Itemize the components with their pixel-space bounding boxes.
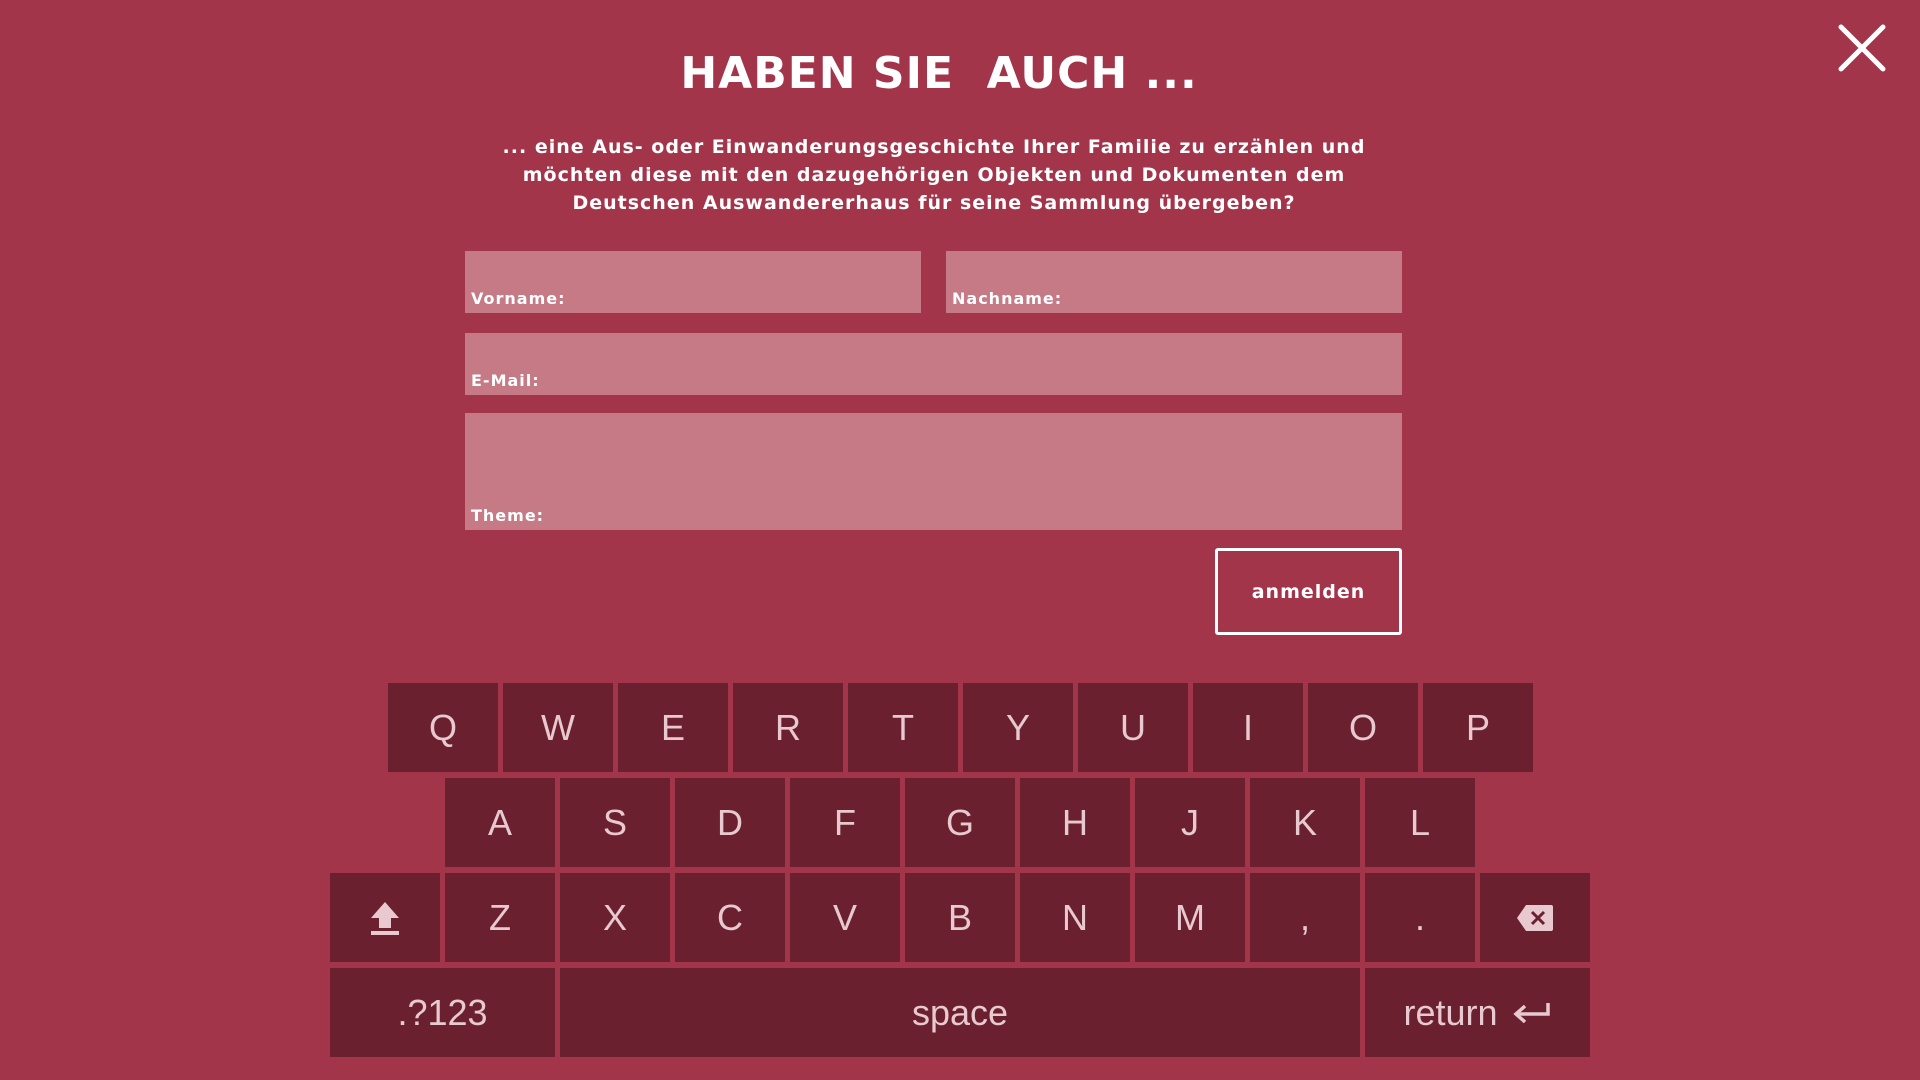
- space-key[interactable]: space: [560, 968, 1360, 1057]
- backspace-icon: [1517, 904, 1553, 931]
- backspace-key[interactable]: [1480, 873, 1590, 962]
- key-m[interactable]: M: [1135, 873, 1245, 962]
- key-f[interactable]: F: [790, 778, 900, 867]
- intro-line: Deutschen Auswandererhaus für seine Samm…: [572, 192, 1296, 214]
- key-comma[interactable]: ,: [1250, 873, 1360, 962]
- key-r[interactable]: R: [733, 683, 843, 772]
- key-u[interactable]: U: [1078, 683, 1188, 772]
- key-l[interactable]: L: [1365, 778, 1475, 867]
- intro-line: möchten diese mit den dazugehörigen Obje…: [522, 164, 1346, 186]
- key-v[interactable]: V: [790, 873, 900, 962]
- key-x[interactable]: X: [560, 873, 670, 962]
- key-j[interactable]: J: [1135, 778, 1245, 867]
- topic-label: Theme:: [471, 506, 545, 525]
- shift-arrow-icon: [371, 901, 399, 935]
- key-p[interactable]: P: [1423, 683, 1533, 772]
- return-arrow-icon: [1512, 1002, 1550, 1023]
- key-o[interactable]: O: [1308, 683, 1418, 772]
- key-s[interactable]: S: [560, 778, 670, 867]
- key-y[interactable]: Y: [963, 683, 1073, 772]
- key-b[interactable]: B: [905, 873, 1015, 962]
- key-h[interactable]: H: [1020, 778, 1130, 867]
- last-name-field[interactable]: Nachname:: [946, 251, 1402, 313]
- key-w[interactable]: W: [503, 683, 613, 772]
- email-field[interactable]: E-Mail:: [465, 333, 1402, 395]
- last-name-label: Nachname:: [952, 289, 1063, 308]
- intro-text: ... eine Aus- oder Einwanderungsgeschich…: [460, 133, 1408, 217]
- shift-key[interactable]: [330, 873, 440, 962]
- key-z[interactable]: Z: [445, 873, 555, 962]
- key-g[interactable]: G: [905, 778, 1015, 867]
- return-label: return: [1403, 991, 1498, 1033]
- key-n[interactable]: N: [1020, 873, 1130, 962]
- key-a[interactable]: A: [445, 778, 555, 867]
- symbols-key[interactable]: .?123: [330, 968, 555, 1057]
- submit-button[interactable]: anmelden: [1215, 548, 1402, 635]
- key-t[interactable]: T: [848, 683, 958, 772]
- key-d[interactable]: D: [675, 778, 785, 867]
- first-name-field[interactable]: Vorname:: [465, 251, 921, 313]
- key-e[interactable]: E: [618, 683, 728, 772]
- key-k[interactable]: K: [1250, 778, 1360, 867]
- key-c[interactable]: C: [675, 873, 785, 962]
- topic-field[interactable]: Theme:: [465, 413, 1402, 530]
- registration-screen: HABEN SIE AUCH ... ... eine Aus- oder Ei…: [0, 0, 1920, 1080]
- key-i[interactable]: I: [1193, 683, 1303, 772]
- email-label: E-Mail:: [471, 371, 540, 390]
- key-period[interactable]: .: [1365, 873, 1475, 962]
- key-q[interactable]: Q: [388, 683, 498, 772]
- intro-line: ... eine Aus- oder Einwanderungsgeschich…: [502, 136, 1366, 158]
- return-key[interactable]: return: [1365, 968, 1590, 1057]
- first-name-label: Vorname:: [471, 289, 566, 308]
- page-title: HABEN SIE AUCH ...: [680, 48, 1198, 99]
